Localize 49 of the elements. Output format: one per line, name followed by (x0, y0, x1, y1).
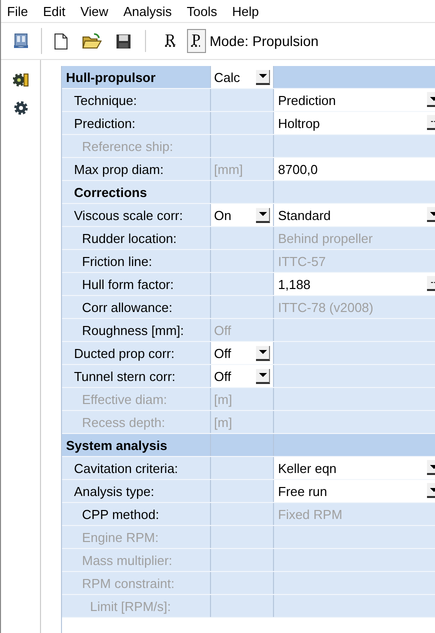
property-label: Mass multiplier: (81, 552, 172, 568)
property-label: Corrections (73, 184, 147, 200)
property-label: Limit [RPM/s]: (89, 598, 171, 614)
mode-label: Mode: Propulsion (210, 33, 319, 49)
property-label: CPP method: (81, 506, 160, 522)
new-document-icon[interactable] (54, 32, 68, 50)
value-field[interactable]: 1,188 (278, 276, 311, 292)
gear-icon[interactable] (12, 100, 28, 116)
mode-button[interactable]: P (186, 29, 206, 53)
property-label: Hull-propulsor (65, 70, 156, 84)
mode-button[interactable]: R (160, 29, 181, 53)
property-label: RPM constraint: (81, 576, 174, 590)
menu-item[interactable]: File (7, 4, 28, 18)
property-label: Recess depth: (81, 414, 166, 430)
menu-item[interactable]: Tools (186, 4, 218, 18)
unit-label: [m] (214, 392, 232, 406)
menu-item[interactable]: View (80, 4, 108, 18)
menu-item[interactable]: Help (232, 4, 259, 18)
property-label: Max prop diam: (73, 162, 164, 176)
save-icon[interactable] (116, 34, 131, 48)
property-label: Hull form factor: (81, 276, 174, 292)
property-label: Corr allowance: (81, 300, 172, 314)
open-folder-icon[interactable] (82, 33, 102, 49)
property-label: Technique: (73, 92, 137, 108)
unit-label: [m] (214, 414, 232, 430)
value-field[interactable]: 8700,0 (278, 162, 318, 176)
property-label: Reference ship: (81, 138, 174, 154)
property-label: Analysis type: (73, 484, 154, 498)
gears-icon[interactable] (12, 72, 28, 88)
property-label: Ducted prop corr: (73, 346, 174, 360)
value-field[interactable]: Holtrop (278, 116, 320, 130)
unit-label: Off (214, 322, 232, 338)
value-text: Behind propeller (278, 230, 373, 246)
property-label: Prediction: (73, 116, 136, 130)
property-label: System analysis (65, 438, 168, 452)
menu-item[interactable]: Analysis (123, 4, 172, 18)
unit-label: [mm] (214, 162, 243, 176)
property-label: Rudder location: (81, 230, 177, 246)
value-text: ITTC-57 (278, 254, 326, 268)
property-label: Tunnel stern corr: (73, 368, 176, 384)
property-label: Roughness [mm]: (81, 322, 184, 338)
value-text: Fixed RPM (278, 506, 342, 522)
property-label: Viscous scale corr: (73, 208, 183, 222)
property-label: Cavitation criteria: (73, 460, 178, 476)
property-label: Effective diam: (81, 392, 168, 406)
menu-item[interactable]: Edit (42, 4, 66, 18)
value-text: ITTC-78 (v2008) (278, 300, 374, 314)
property-label: Engine RPM: (81, 530, 159, 544)
property-label: Friction line: (81, 254, 152, 268)
